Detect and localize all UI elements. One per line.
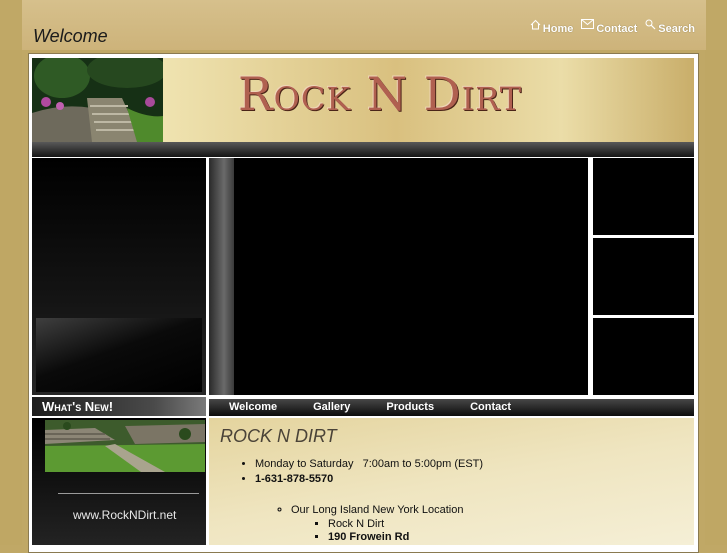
home-icon xyxy=(530,19,541,30)
phone-item: 1-631-878-5570 xyxy=(255,473,483,485)
top-nav-home-label: Home xyxy=(542,23,574,35)
address-list: Rock N Dirt 190 Frowein Rd xyxy=(291,518,463,543)
page-title: Welcome xyxy=(33,26,108,46)
sidebar-divider xyxy=(58,493,199,494)
main-nav-products[interactable]: Products xyxy=(386,399,434,416)
top-nav-contact[interactable]: Contact xyxy=(581,19,637,35)
left-margin xyxy=(0,50,22,545)
top-nav-search-label: Search xyxy=(658,23,695,35)
address-line: 190 Frowein Rd xyxy=(328,531,463,543)
whats-new-heading: What's New! xyxy=(32,397,206,416)
location-item: Our Long Island New York Location Rock N… xyxy=(291,504,463,543)
main-nav-gallery[interactable]: Gallery xyxy=(313,399,350,416)
top-nav-home[interactable]: Home xyxy=(530,19,574,35)
site-logo[interactable]: Rock N Dirt xyxy=(238,64,558,124)
header-bottom-bar xyxy=(32,142,694,157)
top-nav-search[interactable]: Search xyxy=(645,19,695,35)
main-nav-contact[interactable]: Contact xyxy=(470,399,511,416)
header-garden-photo xyxy=(32,58,163,142)
location-heading: Our Long Island New York Location xyxy=(291,504,464,516)
main-nav-welcome[interactable]: Welcome xyxy=(229,399,277,416)
search-icon xyxy=(645,19,656,30)
right-margin xyxy=(705,50,727,545)
right-feature-box-1 xyxy=(593,158,694,235)
main-navigation: Welcome Gallery Products Contact xyxy=(209,399,694,416)
center-panel-strip xyxy=(209,158,234,395)
mail-icon xyxy=(581,19,595,29)
address-line: Rock N Dirt xyxy=(328,518,463,530)
content-title: ROCK N DIRT xyxy=(220,426,337,446)
hours-item: Monday to Saturday 7:00am to 5:00pm (EST… xyxy=(255,458,483,470)
sidebar-garden-photo xyxy=(45,420,205,472)
location-list: Our Long Island New York Location Rock N… xyxy=(291,504,463,544)
right-feature-box-3 xyxy=(593,318,694,395)
top-navigation: Home Contact Search xyxy=(530,19,695,35)
left-panel-gloss xyxy=(36,318,202,392)
top-nav-contact-label: Contact xyxy=(596,23,638,35)
info-list: Monday to Saturday 7:00am to 5:00pm (EST… xyxy=(255,458,483,488)
center-feature-panel xyxy=(234,158,588,395)
sidebar-url-link[interactable]: www.RockNDirt.net xyxy=(73,508,176,522)
right-feature-box-2 xyxy=(593,238,694,315)
main-content: ROCK N DIRT Monday to Saturday 7:00am to… xyxy=(209,418,694,545)
